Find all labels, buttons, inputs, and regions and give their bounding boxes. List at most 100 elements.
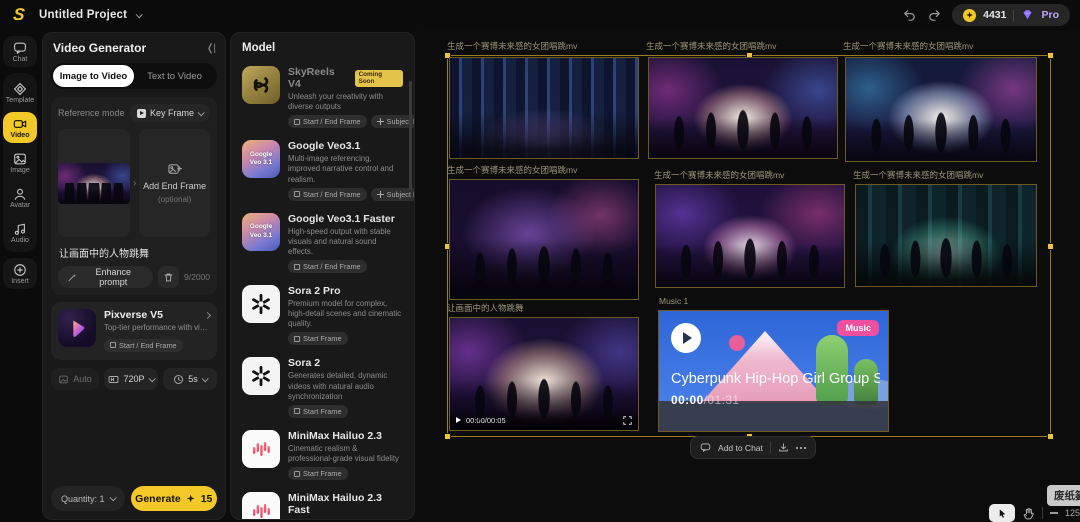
panel-title: Video Generator: [53, 41, 146, 55]
tab-text-to-video[interactable]: Text to Video: [134, 65, 215, 87]
add-image-icon: [167, 162, 182, 177]
sidebar-item-audio[interactable]: Audio: [3, 217, 37, 248]
sidebar-item-video[interactable]: Video: [3, 112, 37, 143]
model-tag: Start Frame: [288, 467, 348, 480]
credits-pill[interactable]: 4431 Pro: [952, 4, 1070, 26]
model-name: SkyReels V4: [288, 66, 350, 90]
model-tag: Start Frame: [288, 332, 348, 345]
reference-mode-label: Reference mode: [58, 108, 125, 118]
insert-plus-icon: [13, 263, 27, 277]
prompt-input[interactable]: 让画面中的人物跳舞: [58, 243, 210, 266]
openai-logo-icon: [242, 285, 280, 323]
chat-bubble-icon[interactable]: [700, 442, 711, 453]
hailuo-logo-icon: [242, 492, 280, 520]
end-frame-box[interactable]: Add End Frame (optional): [139, 129, 210, 237]
model-item-hailuo-23[interactable]: MiniMax Hailuo 2.3 Cinematic realism & p…: [237, 424, 408, 486]
selection-handle[interactable]: [1047, 243, 1054, 250]
view-controls: 125%: [989, 504, 1080, 522]
sidebar-item-avatar[interactable]: Avatar: [3, 182, 37, 213]
video-thumbnail-2[interactable]: [648, 57, 838, 159]
video-thumbnail-3[interactable]: [845, 57, 1037, 162]
mode-tabs: Image to Video Text to Video: [51, 63, 217, 89]
google-veo-logo-icon: GoogleVeo 3.1: [242, 213, 280, 251]
openai-logo-icon: [242, 357, 280, 395]
model-item-google-veo31-faster[interactable]: GoogleVeo 3.1 Google Veo3.1 Faster High-…: [237, 207, 408, 279]
reference-mode-value: Key Frame: [150, 108, 194, 118]
scrollbar-thumb[interactable]: [409, 81, 412, 191]
model-item-sora-2[interactable]: Sora 2 Generates detailed, dynamic video…: [237, 351, 408, 423]
music-play-button[interactable]: [671, 323, 701, 353]
redo-icon[interactable]: [927, 8, 942, 23]
canvas[interactable]: 生成一个赛博未来感的女团唱跳mv 生成一个赛博未来感的女团唱跳mv 生成一个赛博…: [417, 30, 1080, 522]
video-caption: 生成一个赛博未来感的女团唱跳mv: [646, 40, 776, 52]
hailuo-logo-icon: [242, 430, 280, 468]
model-desc: Unleash your creativity with diverse out…: [288, 92, 403, 112]
project-title[interactable]: Untitled Project: [39, 9, 127, 21]
project-menu-chevron-icon[interactable]: [136, 11, 143, 18]
app-logo[interactable]: S: [7, 5, 31, 25]
enhance-prompt-button[interactable]: Enhance prompt: [58, 266, 153, 288]
selection-handle[interactable]: [1047, 433, 1054, 440]
selection-handle[interactable]: [1047, 52, 1054, 59]
model-item-google-veo31[interactable]: GoogleVeo 3.1 Google Veo3.1 Multi-image …: [237, 134, 408, 206]
video-thumbnail-1[interactable]: [449, 57, 639, 159]
model-desc: High-speed output with stable visuals an…: [288, 227, 403, 257]
auto-toggle[interactable]: Auto: [51, 368, 99, 390]
frame-tag-icon: [294, 191, 300, 197]
model-name: MiniMax Hailuo 2.3 Fast: [288, 492, 403, 516]
sidebar-item-insert[interactable]: Insert: [3, 258, 37, 289]
sidebar-tool-group: Template Video Image Avatar Audio: [3, 73, 37, 252]
sidebar-label: Audio: [11, 237, 29, 244]
divider: [1013, 10, 1014, 21]
auto-image-icon: [58, 374, 69, 385]
play-icon[interactable]: [456, 417, 461, 423]
music-card[interactable]: Music Cyberpunk Hip-Hop Girl Group S... …: [658, 310, 889, 432]
coin-icon: [963, 9, 976, 22]
selected-model-card[interactable]: Pixverse V5 Top-tier performance with vi…: [51, 302, 217, 360]
expand-icon[interactable]: [623, 416, 632, 425]
video-thumbnail-6[interactable]: [855, 184, 1037, 287]
quantity-select[interactable]: Quantity: 1: [51, 486, 125, 511]
video-thumbnail-5[interactable]: [655, 184, 845, 288]
model-name: Google Veo3.1: [288, 140, 360, 152]
sidebar-item-template[interactable]: Template: [3, 77, 37, 108]
model-item-skyreels-v4[interactable]: SkyReels V4Coming Soon Unleash your crea…: [237, 60, 408, 134]
undo-icon[interactable]: [902, 8, 917, 23]
tab-image-to-video[interactable]: Image to Video: [53, 65, 134, 87]
video-thumbnail-4[interactable]: [449, 179, 639, 300]
duration-select[interactable]: 5s: [163, 368, 217, 390]
music-art-tree: [816, 335, 848, 405]
pointer-tool-button[interactable]: [989, 504, 1015, 522]
model-list-panel: Model SkyReels V4Coming Soon Unleash you…: [230, 32, 415, 520]
avatar-icon: [13, 187, 27, 201]
frame-tag-icon: [294, 408, 300, 414]
generation-settings: Auto 720P 5s: [51, 368, 217, 390]
model-tag: Start Frame: [288, 405, 348, 418]
model-item-hailuo-23-fast[interactable]: MiniMax Hailuo 2.3 Fast Quicker, lighter…: [237, 486, 408, 520]
add-to-chat-button[interactable]: Add to Chat: [718, 443, 763, 453]
sidebar-label: Chat: [13, 56, 28, 63]
sidebar-item-image[interactable]: Image: [3, 147, 37, 178]
frame-tag-icon: [294, 336, 300, 342]
start-frame-box[interactable]: [58, 129, 130, 237]
model-desc: Quicker, lighter, more affordable: [288, 518, 403, 520]
generate-button[interactable]: Generate 15: [131, 486, 217, 511]
generate-label: Generate: [135, 493, 181, 505]
sidebar-item-chat[interactable]: Chat: [3, 36, 37, 67]
frame-tag-icon: [294, 471, 300, 477]
model-desc: Multi-image referencing, improved narrat…: [288, 154, 403, 184]
selection-toolbar: Add to Chat: [690, 436, 816, 459]
video-thumbnail-7[interactable]: 00:00/00:05: [449, 317, 639, 431]
clear-prompt-button[interactable]: [158, 266, 179, 288]
zoom-out-icon[interactable]: [1050, 512, 1058, 514]
video-player-bar: 00:00/00:05: [450, 410, 638, 430]
selection-handle[interactable]: [444, 433, 451, 440]
download-icon[interactable]: [778, 442, 789, 453]
collapse-panel-icon[interactable]: ❬|: [206, 43, 215, 54]
reference-mode-select[interactable]: Key Frame: [130, 104, 210, 122]
hand-tool-icon[interactable]: [1022, 507, 1035, 520]
resolution-select[interactable]: 720P: [104, 368, 158, 390]
more-options-icon[interactable]: [796, 447, 806, 449]
zoom-level[interactable]: 125%: [1065, 508, 1080, 518]
model-item-sora-2-pro[interactable]: Sora 2 Pro Premium model for complex, hi…: [237, 279, 408, 351]
